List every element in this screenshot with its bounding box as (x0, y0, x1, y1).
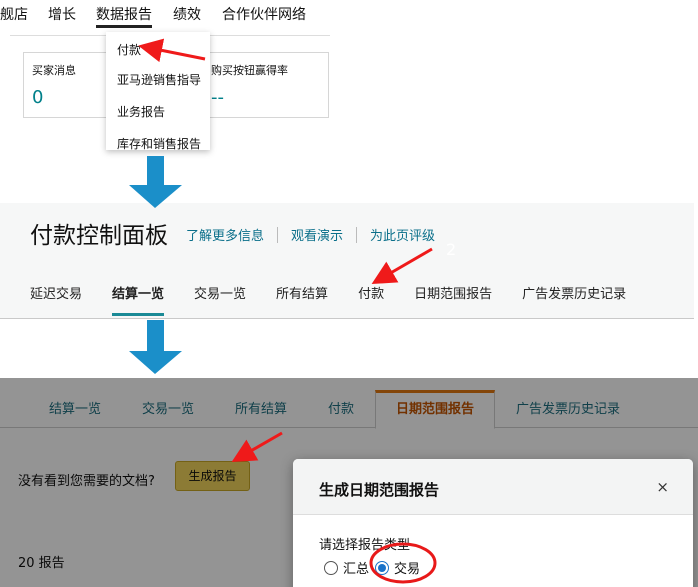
dropdown-item-amazon-selling-coach[interactable]: 亚马逊销售指导 (106, 64, 210, 96)
card-buy-box-win-rate[interactable]: 购买按钮赢得率 -- (203, 52, 329, 118)
generate-report-modal: 生成日期范围报告 × 请选择报告类型 汇总 交易 (293, 459, 693, 587)
card-buyer-messages[interactable]: 买家消息 0 (23, 52, 113, 118)
report-type-label: 请选择报告类型 (319, 538, 411, 553)
flow-arrow-down-icon (129, 320, 182, 374)
tab-transaction-view[interactable]: 交易一览 (194, 283, 246, 316)
tab-date-range-reports[interactable]: 日期范围报告 (414, 283, 492, 316)
tab-deferred-transactions[interactable]: 延迟交易 (30, 283, 82, 316)
header-links: 了解更多信息 观看演示 为此页评级 (186, 225, 435, 244)
tab-advertising-invoice-history[interactable]: 广告发票历史记录 (522, 283, 626, 316)
watch-demo-link[interactable]: 观看演示 (291, 225, 343, 244)
nav-item-partner-network[interactable]: 合作伙伴网络 (222, 0, 306, 28)
modal-title: 生成日期范围报告 (319, 481, 440, 499)
radio-summary[interactable] (324, 560, 338, 575)
panel-seller-central-menu: 舰店 增长 数据报告 绩效 合作伙伴网络 买家消息 0 购买按钮赢得率 -- 付… (0, 0, 698, 150)
report-type-options: 汇总 交易 (324, 558, 426, 577)
nav-item-data-reports[interactable]: 数据报告 (96, 0, 152, 28)
option-transaction-label: 交易 (394, 562, 421, 577)
dropdown-item-business-reports[interactable]: 业务报告 (106, 96, 210, 128)
nav-item-growth[interactable]: 增长 (48, 0, 76, 28)
tab-disbursements[interactable]: 付款 (358, 283, 384, 316)
rate-page-link[interactable]: 为此页评级 (370, 225, 435, 244)
dropdown-item-payments[interactable]: 付款 (106, 32, 210, 64)
dropdown-item-inventory-sales-reports[interactable]: 库存和销售报告 (106, 128, 210, 150)
panel-date-range-reports: 结算一览 交易一览 所有结算 付款 日期范围报告 广告发票历史记录 没有看到您需… (0, 378, 698, 587)
tab-statement-view[interactable]: 结算一览 (112, 283, 165, 316)
dashboard-tabs: 延迟交易 结算一览 交易一览 所有结算 付款 日期范围报告 广告发票历史记录 (30, 283, 626, 316)
card-title: 购买按钮赢得率 (211, 64, 288, 77)
card-title: 买家消息 (32, 64, 76, 77)
top-navigation: 舰店 增长 数据报告 绩效 合作伙伴网络 (0, 0, 327, 28)
option-transaction[interactable]: 交易 (375, 558, 420, 577)
step-badge: 2 (446, 240, 457, 259)
card-value: 0 (32, 87, 44, 108)
close-icon[interactable]: × (656, 478, 669, 496)
flow-arrow-down-icon (129, 156, 182, 208)
link-separator (277, 226, 279, 243)
radio-transaction[interactable] (375, 560, 390, 575)
option-summary[interactable]: 汇总 (324, 558, 369, 577)
card-value: -- (211, 87, 224, 108)
nav-item-store[interactable]: 舰店 (0, 0, 28, 28)
panel-payments-dashboard: 付款控制面板 了解更多信息 观看演示 为此页评级 2 延迟交易 结算一览 交易一… (0, 203, 694, 319)
data-reports-dropdown: 付款 亚马逊销售指导 业务报告 库存和销售报告 (106, 32, 210, 150)
learn-more-link[interactable]: 了解更多信息 (186, 225, 264, 244)
nav-item-performance[interactable]: 绩效 (173, 0, 201, 28)
option-summary-label: 汇总 (343, 562, 370, 577)
link-separator (356, 226, 358, 243)
tab-all-statements[interactable]: 所有结算 (276, 283, 328, 316)
page-title: 付款控制面板 (30, 223, 168, 249)
